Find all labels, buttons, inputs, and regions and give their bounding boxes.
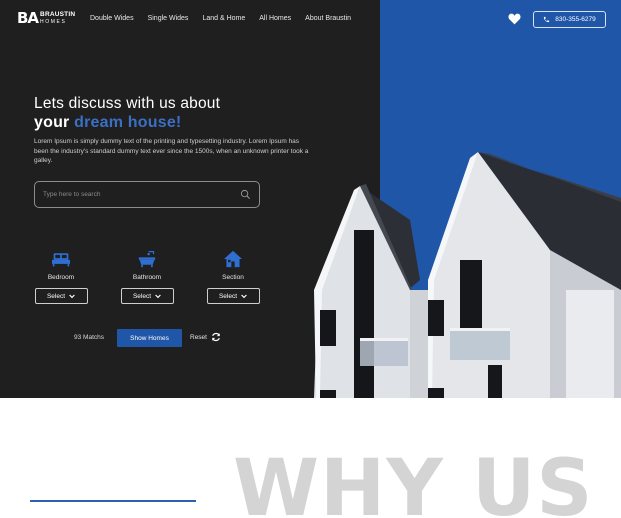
reset-label: Reset bbox=[190, 333, 207, 341]
nav-double-wides[interactable]: Double Wides bbox=[90, 15, 134, 22]
bathtub-icon bbox=[138, 251, 156, 268]
headline-line1: Lets discuss with us about bbox=[34, 95, 221, 112]
bathroom-select-value: Select bbox=[132, 292, 152, 300]
section-divider bbox=[30, 500, 196, 502]
search-input[interactable]: Type here to search bbox=[34, 181, 260, 208]
search-placeholder: Type here to search bbox=[43, 191, 101, 198]
phone-icon bbox=[544, 16, 550, 23]
nav-about[interactable]: About Braustin bbox=[305, 15, 351, 22]
headline-prefix: your bbox=[34, 114, 70, 131]
heart-icon[interactable] bbox=[508, 13, 521, 25]
section-select-value: Select bbox=[218, 292, 238, 300]
matches-count: 93 Matchs bbox=[74, 334, 104, 341]
logo-mark: BA bbox=[17, 9, 39, 27]
hero-headline: Lets discuss with us about your dream ho… bbox=[34, 94, 220, 132]
headline-accent: dream house! bbox=[74, 114, 182, 131]
filter-bathroom: Bathroom Select bbox=[120, 250, 174, 304]
chevron-down-icon bbox=[241, 294, 247, 298]
logo-name-bottom: HOMES bbox=[40, 18, 67, 25]
bedroom-select[interactable]: Select bbox=[34, 288, 88, 304]
filter-bedroom: Bedroom Select bbox=[34, 250, 88, 304]
logo-name-top: BRAUSTIN bbox=[40, 11, 76, 19]
hero-description: Lorem Ipsum is simply dummy text of the … bbox=[34, 138, 309, 164]
phone-number: 830-355-6279 bbox=[555, 16, 596, 23]
main-nav: Double Wides Single Wides Land & Home Al… bbox=[90, 15, 351, 22]
phone-button[interactable]: 830-355-6279 bbox=[533, 11, 606, 28]
house-icon bbox=[224, 250, 242, 268]
bed-icon bbox=[52, 253, 70, 267]
search-icon[interactable] bbox=[240, 189, 251, 200]
nav-land-home[interactable]: Land & Home bbox=[202, 15, 245, 22]
filter-label-bathroom: Bathroom bbox=[132, 274, 162, 281]
filter-label-bedroom: Bedroom bbox=[47, 274, 75, 281]
bathroom-select[interactable]: Select bbox=[120, 288, 174, 304]
hero-section: BA BRAUSTIN HOMES Double Wides Single Wi… bbox=[0, 0, 621, 398]
chevron-down-icon bbox=[69, 294, 75, 298]
why-us-heading: WHY US bbox=[233, 444, 594, 518]
houses-photo bbox=[314, 152, 621, 398]
bedroom-select-value: Select bbox=[46, 292, 66, 300]
show-homes-button[interactable]: Show Homes bbox=[117, 329, 182, 347]
reset-button[interactable]: Reset bbox=[190, 332, 221, 342]
brand-logo[interactable]: BA BRAUSTIN HOMES bbox=[17, 11, 75, 26]
refresh-icon bbox=[212, 332, 220, 342]
chevron-down-icon bbox=[155, 294, 161, 298]
section-select[interactable]: Select bbox=[206, 288, 260, 304]
filter-label-section: Section bbox=[222, 274, 244, 281]
nav-single-wides[interactable]: Single Wides bbox=[148, 15, 189, 22]
filter-section: Section Select bbox=[206, 250, 260, 304]
nav-all-homes[interactable]: All Homes bbox=[259, 15, 291, 22]
